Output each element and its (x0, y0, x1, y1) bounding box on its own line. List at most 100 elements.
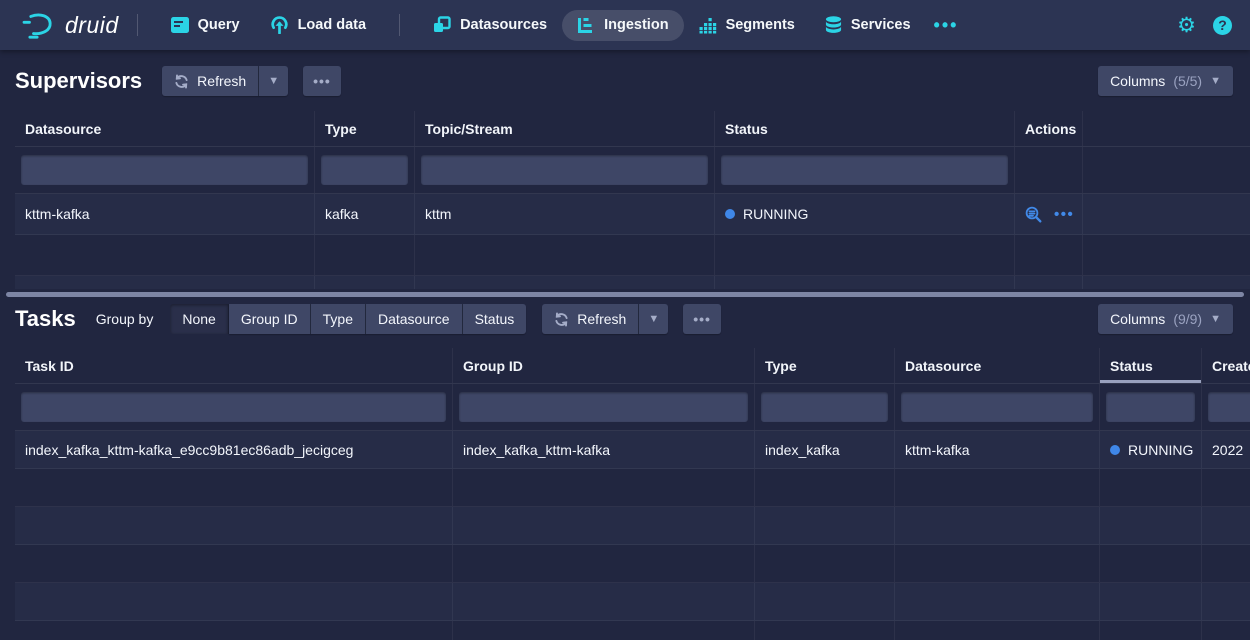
filter-input-type[interactable] (761, 392, 888, 422)
supervisors-section: Supervisors Refresh ▼ ••• Columns (5/5) … (0, 65, 1250, 297)
supervisor-type: kafka (315, 194, 415, 234)
supervisors-toolbar: Supervisors Refresh ▼ ••• Columns (5/5) … (0, 65, 1250, 97)
column-header-datasource[interactable]: Datasource (15, 111, 315, 146)
nav-item-load-data[interactable]: Load data (255, 9, 381, 41)
druid-logo-icon (20, 10, 56, 40)
tasks-refresh-caret-button[interactable]: ▼ (639, 304, 668, 334)
supervisors-columns-button[interactable]: Columns (5/5) ▼ (1098, 66, 1233, 96)
filter-input-type[interactable] (321, 155, 408, 185)
group-by-none-button[interactable]: None (170, 304, 228, 334)
column-header-status[interactable]: Status (715, 111, 1015, 146)
running-status-dot (725, 209, 735, 219)
supervisor-row[interactable]: kttm-kafka kafka kttm RUNNING ••• (15, 194, 1250, 235)
supervisors-filter-row (15, 147, 1250, 194)
tasks-toolbar: Tasks Group by None Group ID Type Dataso… (0, 303, 1250, 335)
supervisors-table: Datasource Type Topic/Stream Status Acti… (15, 111, 1250, 289)
nav-item-segments[interactable]: Segments (684, 10, 810, 41)
group-by-group-id-button[interactable]: Group ID (229, 304, 311, 334)
upload-icon (270, 16, 289, 34)
filter-input-topic-stream[interactable] (421, 155, 708, 185)
tasks-section: Tasks Group by None Group ID Type Dataso… (0, 303, 1250, 640)
supervisors-more-button[interactable]: ••• (303, 66, 341, 96)
bar-chart-icon (699, 17, 717, 34)
refresh-label: Refresh (577, 311, 626, 327)
filter-input-datasource[interactable] (901, 392, 1093, 422)
filter-input-group-id[interactable] (459, 392, 748, 422)
filter-input-datasource[interactable] (21, 155, 308, 185)
ingestion-flow-icon (577, 17, 595, 34)
filter-input-task-id[interactable] (21, 392, 446, 422)
columns-label: Columns (1110, 73, 1165, 89)
supervisors-refresh-button[interactable]: Refresh (162, 66, 259, 96)
column-header-status-sorted[interactable]: Status (1100, 348, 1202, 383)
nav-more-button[interactable]: ••• (926, 15, 967, 36)
tasks-refresh-button[interactable]: Refresh (542, 304, 639, 334)
task-type: index_kafka (755, 431, 895, 468)
empty-row-partial (15, 276, 1250, 289)
brand-name: druid (65, 12, 119, 39)
columns-count: (9/9) (1173, 311, 1202, 327)
chevron-down-icon: ▼ (1210, 76, 1221, 87)
column-header-topic-stream[interactable]: Topic/Stream (415, 111, 715, 146)
task-group-id: index_kafka_kttm-kafka (453, 431, 755, 468)
horizontal-scrollbar[interactable] (6, 292, 1244, 297)
top-navigation: druid Query Load data Datasources (0, 0, 1250, 50)
group-by-status-button[interactable]: Status (463, 304, 527, 334)
column-header-task-id[interactable]: Task ID (15, 348, 453, 383)
nav-item-label: Services (851, 17, 911, 33)
chevron-down-icon: ▼ (1210, 314, 1221, 325)
supervisor-datasource: kttm-kafka (15, 194, 315, 234)
tasks-title: Tasks (15, 306, 76, 332)
supervisors-refresh-caret-button[interactable]: ▼ (259, 66, 288, 96)
task-status: RUNNING (1100, 431, 1202, 468)
nav-item-services[interactable]: Services (810, 9, 926, 41)
column-header-actions: Actions (1015, 111, 1083, 146)
nav-item-ingestion[interactable]: Ingestion (562, 10, 683, 41)
column-header-type[interactable]: Type (315, 111, 415, 146)
column-header-type[interactable]: Type (755, 348, 895, 383)
supervisors-title: Supervisors (15, 68, 142, 94)
tasks-filter-row (15, 384, 1250, 431)
help-glyph: ? (1218, 17, 1227, 33)
column-header-datasource[interactable]: Datasource (895, 348, 1100, 383)
filter-input-created-time[interactable] (1208, 392, 1250, 422)
nav-item-label: Segments (726, 17, 795, 33)
tasks-columns-button[interactable]: Columns (9/9) ▼ (1098, 304, 1233, 334)
group-by-type-button[interactable]: Type (311, 304, 366, 334)
filter-input-status[interactable] (721, 155, 1008, 185)
empty-row (15, 583, 1250, 621)
task-created-time: 2022 (1202, 431, 1250, 468)
filter-input-status[interactable] (1106, 392, 1195, 422)
task-id: index_kafka_kttm-kafka_e9cc9b81ec86adb_j… (15, 431, 453, 468)
gear-icon[interactable]: ⚙ (1177, 15, 1196, 36)
status-label: RUNNING (1128, 442, 1193, 458)
layers-icon (433, 16, 451, 34)
empty-row (15, 469, 1250, 507)
running-status-dot (1110, 445, 1120, 455)
status-label: RUNNING (743, 206, 808, 222)
group-by-label: Group by (96, 311, 154, 327)
column-header-group-id[interactable]: Group ID (453, 348, 755, 383)
task-row[interactable]: index_kafka_kttm-kafka_e9cc9b81ec86adb_j… (15, 431, 1250, 469)
refresh-icon (174, 74, 189, 89)
nav-item-query[interactable]: Query (156, 10, 255, 40)
refresh-icon (554, 312, 569, 327)
search-details-icon[interactable] (1025, 206, 1042, 223)
group-by-datasource-button[interactable]: Datasource (366, 304, 463, 334)
refresh-label: Refresh (197, 73, 246, 89)
help-icon[interactable]: ? (1213, 16, 1232, 35)
druid-logo[interactable]: druid (20, 10, 119, 40)
tasks-table: Task ID Group ID Type Datasource Status … (15, 348, 1250, 640)
empty-row (15, 235, 1250, 276)
column-header-created-time[interactable]: Created time (1202, 348, 1250, 383)
nav-item-datasources[interactable]: Datasources (418, 9, 562, 41)
supervisor-actions: ••• (1015, 194, 1083, 234)
nav-item-label: Datasources (460, 17, 547, 33)
tasks-header-row: Task ID Group ID Type Datasource Status … (15, 348, 1250, 384)
chevron-down-icon: ▼ (268, 76, 279, 87)
nav-item-label: Load data (298, 17, 366, 33)
more-actions-icon[interactable]: ••• (1054, 206, 1074, 223)
nav-divider (399, 14, 400, 36)
database-icon (825, 16, 842, 34)
tasks-more-button[interactable]: ••• (683, 304, 721, 334)
